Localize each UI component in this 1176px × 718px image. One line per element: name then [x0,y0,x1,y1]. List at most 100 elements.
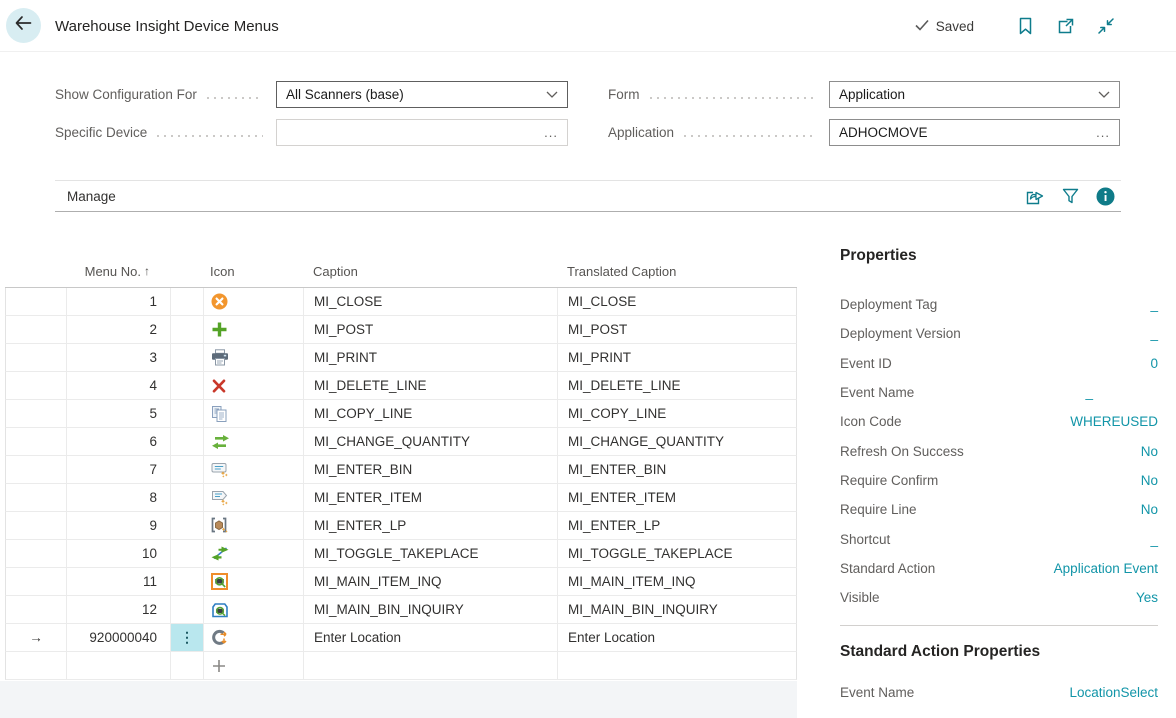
icon-cell[interactable] [204,484,304,511]
menu-no-cell[interactable]: 4 [67,372,171,399]
caption-cell[interactable]: MI_DELETE_LINE [304,372,558,399]
property-value[interactable]: _ [1150,297,1158,312]
icon-cell[interactable] [204,400,304,427]
property-value[interactable]: Yes [1136,590,1158,605]
bookmark-icon[interactable] [1018,17,1033,35]
row-menu-cell[interactable] [171,288,204,315]
translated-caption-cell[interactable]: MI_ENTER_BIN [558,456,798,483]
row-indicator-cell[interactable] [6,512,67,539]
row-indicator-cell[interactable] [6,316,67,343]
caption-cell[interactable]: MI_ENTER_BIN [304,456,558,483]
caption-cell[interactable]: MI_PRINT [304,344,558,371]
column-header-translated-caption[interactable]: Translated Caption [557,255,797,287]
row-indicator-cell[interactable] [6,568,67,595]
caption-cell[interactable]: MI_CLOSE [304,288,558,315]
icon-cell[interactable] [204,540,304,567]
translated-caption-cell[interactable] [558,652,798,679]
icon-cell[interactable] [204,624,304,651]
row-indicator-cell[interactable] [6,372,67,399]
column-header-menu-no[interactable]: Menu No.↑ [66,255,170,287]
menu-no-cell[interactable]: 2 [67,316,171,343]
filter-icon[interactable] [1062,188,1079,204]
property-value[interactable]: _ [1150,532,1158,547]
collapse-icon[interactable] [1098,18,1114,34]
property-value[interactable]: No [1141,473,1158,488]
icon-cell[interactable] [204,316,304,343]
row-indicator-cell[interactable] [6,400,67,427]
icon-cell[interactable] [204,372,304,399]
row-indicator-cell[interactable] [6,540,67,567]
manage-menu-button[interactable]: Manage [67,189,116,204]
translated-caption-cell[interactable]: MI_CLOSE [558,288,798,315]
row-menu-cell[interactable] [171,568,204,595]
row-menu-cell[interactable] [171,372,204,399]
menu-no-cell[interactable]: 3 [67,344,171,371]
caption-cell[interactable] [304,652,558,679]
property-value[interactable]: Application Event [1054,561,1158,576]
column-header-caption[interactable]: Caption [303,255,557,287]
row-indicator-cell[interactable] [6,344,67,371]
row-indicator-cell[interactable] [6,456,67,483]
info-icon[interactable] [1096,187,1115,206]
new-row[interactable] [5,652,797,680]
row-indicator-cell[interactable] [6,428,67,455]
icon-cell[interactable] [204,512,304,539]
icon-cell[interactable] [204,596,304,623]
menu-no-cell[interactable]: 9 [67,512,171,539]
translated-caption-cell[interactable]: MI_ENTER_LP [558,512,798,539]
row-menu-cell[interactable] [171,344,204,371]
property-value[interactable]: WHEREUSED [1070,414,1158,429]
icon-cell[interactable] [204,288,304,315]
caption-cell[interactable]: MI_MAIN_BIN_INQUIRY [304,596,558,623]
chevron-down-icon[interactable] [546,87,558,102]
row-menu-cell[interactable] [171,456,204,483]
menu-no-cell[interactable]: 6 [67,428,171,455]
row-menu-cell[interactable] [171,512,204,539]
menu-no-cell[interactable] [67,652,171,679]
caption-cell[interactable]: MI_TOGGLE_TAKEPLACE [304,540,558,567]
row-menu-cell[interactable] [171,484,204,511]
menu-no-cell[interactable]: 5 [67,400,171,427]
icon-cell[interactable] [204,428,304,455]
row-menu-cell[interactable] [171,540,204,567]
translated-caption-cell[interactable]: MI_POST [558,316,798,343]
translated-caption-cell[interactable]: MI_COPY_LINE [558,400,798,427]
property-value[interactable]: No [1141,444,1158,459]
menu-no-cell[interactable]: 7 [67,456,171,483]
caption-cell[interactable]: MI_COPY_LINE [304,400,558,427]
form-select[interactable]: Application [829,81,1120,108]
row-menu-cell[interactable] [171,596,204,623]
row-ellipsis-menu[interactable]: ⋮ [171,624,204,651]
application-field[interactable]: ADHOCMOVE ... [829,119,1120,146]
menu-no-cell[interactable]: 920000040 [67,624,171,651]
menu-no-cell[interactable]: 11 [67,568,171,595]
assist-edit-icon[interactable]: ... [1096,125,1110,140]
translated-caption-cell[interactable]: MI_DELETE_LINE [558,372,798,399]
property-value[interactable]: LocationSelect [1069,685,1158,700]
property-value[interactable]: No [1141,502,1158,517]
share-icon[interactable] [1025,188,1045,205]
assist-edit-icon[interactable]: ... [544,125,558,140]
row-menu-cell[interactable] [171,400,204,427]
row-indicator-cell[interactable] [6,484,67,511]
translated-caption-cell[interactable]: MI_ENTER_ITEM [558,484,798,511]
row-indicator-cell[interactable] [6,596,67,623]
chevron-down-icon[interactable] [1098,87,1110,102]
icon-cell[interactable] [204,344,304,371]
row-indicator-cell[interactable] [6,288,67,315]
menu-no-cell[interactable]: 1 [67,288,171,315]
row-indicator-cell[interactable]: → [6,624,67,651]
translated-caption-cell[interactable]: MI_MAIN_ITEM_INQ [558,568,798,595]
row-menu-cell[interactable] [171,428,204,455]
caption-cell[interactable]: MI_MAIN_ITEM_INQ [304,568,558,595]
caption-cell[interactable]: MI_POST [304,316,558,343]
caption-cell[interactable]: MI_CHANGE_QUANTITY [304,428,558,455]
menu-no-cell[interactable]: 8 [67,484,171,511]
specific-device-field[interactable]: ... [276,119,568,146]
icon-cell[interactable] [204,568,304,595]
icon-cell[interactable] [204,456,304,483]
caption-cell[interactable]: MI_ENTER_ITEM [304,484,558,511]
row-menu-cell[interactable] [171,316,204,343]
caption-cell[interactable]: Enter Location [304,624,558,651]
new-row-plus-cell[interactable] [204,652,304,679]
